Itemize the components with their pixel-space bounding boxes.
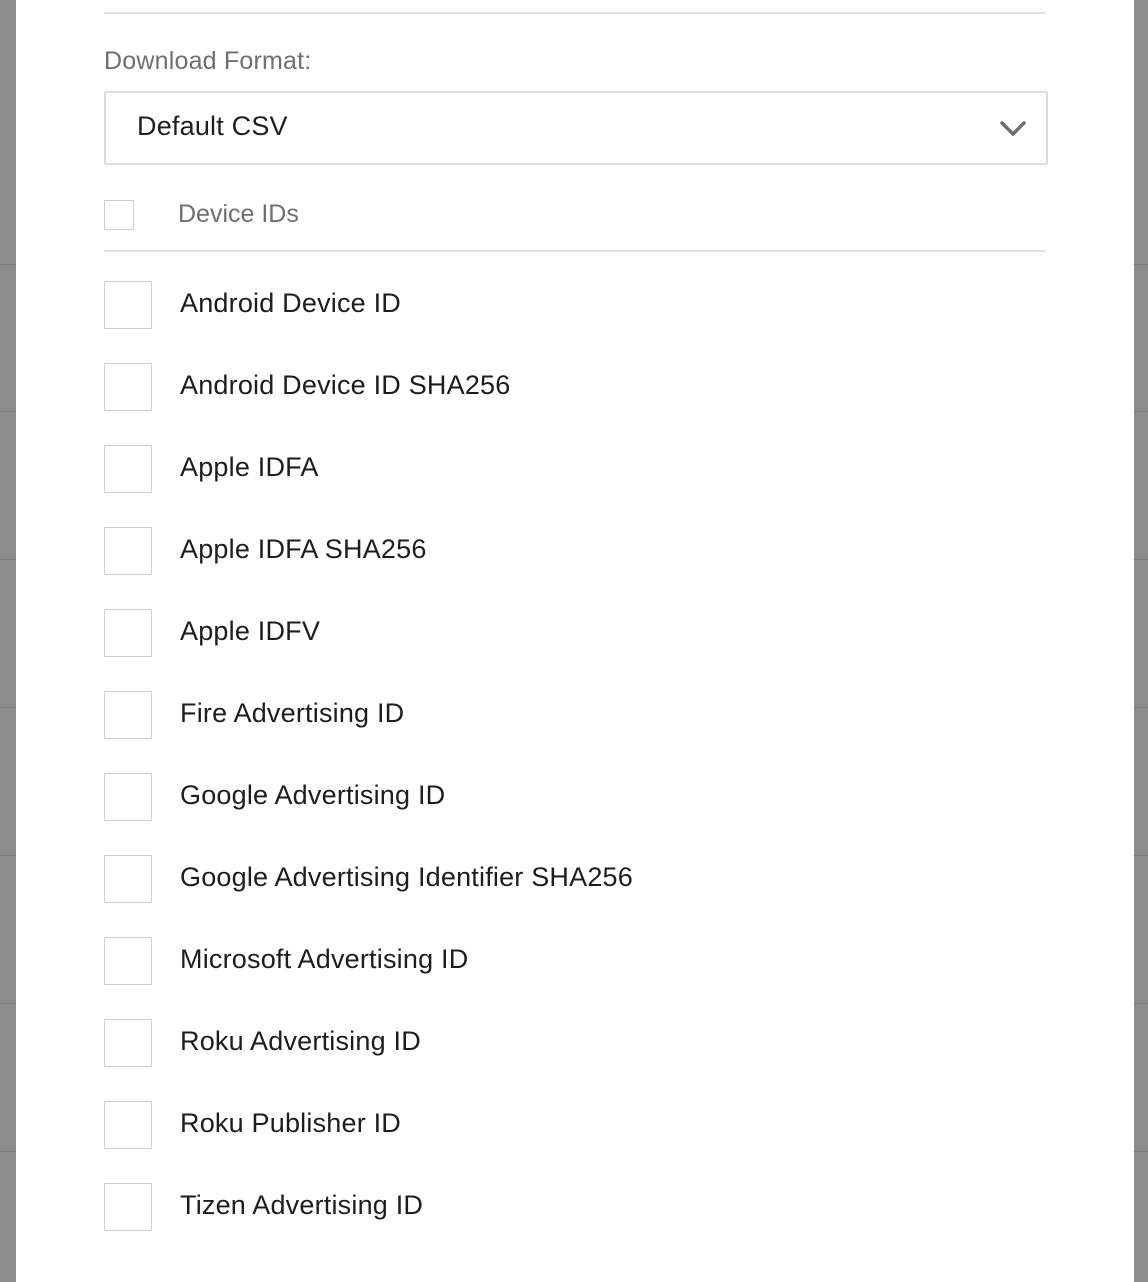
- device-id-label[interactable]: Apple IDFA SHA256: [180, 534, 427, 565]
- device-id-label[interactable]: Google Advertising ID: [180, 780, 445, 811]
- device-id-option[interactable]: Apple IDFA SHA256: [104, 526, 1046, 608]
- download-format-label: Download Format:: [104, 47, 312, 75]
- download-format-selected-value: Default CSV: [137, 111, 288, 141]
- device-id-checkbox[interactable]: [104, 1019, 152, 1067]
- device-id-label[interactable]: Tizen Advertising ID: [180, 1190, 423, 1221]
- device-id-checkbox[interactable]: [104, 855, 152, 903]
- backdrop-divider: [0, 559, 16, 560]
- device-id-checkbox[interactable]: [104, 773, 152, 821]
- device-id-checkbox[interactable]: [104, 609, 152, 657]
- backdrop-divider: [0, 264, 16, 265]
- device-id-checkbox[interactable]: [104, 445, 152, 493]
- device-id-option[interactable]: Android Device ID SHA256: [104, 362, 1046, 444]
- device-ids-group-label: Device IDs: [178, 200, 299, 228]
- device-id-checkbox[interactable]: [104, 281, 152, 329]
- device-id-option[interactable]: Google Advertising ID: [104, 772, 1046, 854]
- device-ids-select-all-checkbox[interactable]: [104, 200, 134, 230]
- device-id-checkbox[interactable]: [104, 691, 152, 739]
- device-id-option[interactable]: Microsoft Advertising ID: [104, 936, 1046, 1018]
- download-modal: Download Format: Default CSV Device IDs …: [16, 0, 1134, 1282]
- device-id-label[interactable]: Apple IDFA: [180, 452, 319, 483]
- device-id-option[interactable]: Android Device ID: [104, 280, 1046, 362]
- download-format-select[interactable]: Default CSV: [104, 91, 1048, 165]
- backdrop-divider: [1134, 707, 1148, 708]
- backdrop-divider: [0, 1003, 16, 1004]
- device-id-label[interactable]: Android Device ID: [180, 288, 401, 319]
- device-id-checkbox[interactable]: [104, 937, 152, 985]
- device-id-checkbox[interactable]: [104, 527, 152, 575]
- device-ids-group-header: Device IDs: [104, 198, 1046, 252]
- device-id-label[interactable]: Microsoft Advertising ID: [180, 944, 468, 975]
- device-id-option[interactable]: Roku Publisher ID: [104, 1100, 1046, 1182]
- section-divider: [104, 12, 1046, 14]
- device-id-option[interactable]: Google Advertising Identifier SHA256: [104, 854, 1046, 936]
- device-id-checkbox[interactable]: [104, 1183, 152, 1231]
- backdrop-divider: [1134, 1151, 1148, 1152]
- device-id-checkbox[interactable]: [104, 363, 152, 411]
- device-id-label[interactable]: Google Advertising Identifier SHA256: [180, 862, 633, 893]
- backdrop-divider: [0, 411, 16, 412]
- device-id-label[interactable]: Android Device ID SHA256: [180, 370, 510, 401]
- device-id-label[interactable]: Fire Advertising ID: [180, 698, 404, 729]
- backdrop-divider: [1134, 264, 1148, 265]
- device-id-option[interactable]: Fire Advertising ID: [104, 690, 1046, 772]
- backdrop-divider: [1134, 559, 1148, 560]
- backdrop-divider: [1134, 855, 1148, 856]
- device-id-checkbox[interactable]: [104, 1101, 152, 1149]
- device-id-label[interactable]: Apple IDFV: [180, 616, 320, 647]
- device-id-list: Android Device ID Android Device ID SHA2…: [104, 280, 1046, 1264]
- backdrop-divider: [0, 855, 16, 856]
- backdrop-divider: [1134, 411, 1148, 412]
- chevron-down-icon: [998, 113, 1028, 143]
- device-id-option[interactable]: Roku Advertising ID: [104, 1018, 1046, 1100]
- device-id-option[interactable]: Tizen Advertising ID: [104, 1182, 1046, 1264]
- backdrop-divider: [0, 707, 16, 708]
- backdrop-divider: [0, 1151, 16, 1152]
- backdrop-divider: [1134, 1003, 1148, 1004]
- device-id-label[interactable]: Roku Advertising ID: [180, 1026, 421, 1057]
- device-id-option[interactable]: Apple IDFA: [104, 444, 1046, 526]
- device-id-option[interactable]: Apple IDFV: [104, 608, 1046, 690]
- device-id-label[interactable]: Roku Publisher ID: [180, 1108, 401, 1139]
